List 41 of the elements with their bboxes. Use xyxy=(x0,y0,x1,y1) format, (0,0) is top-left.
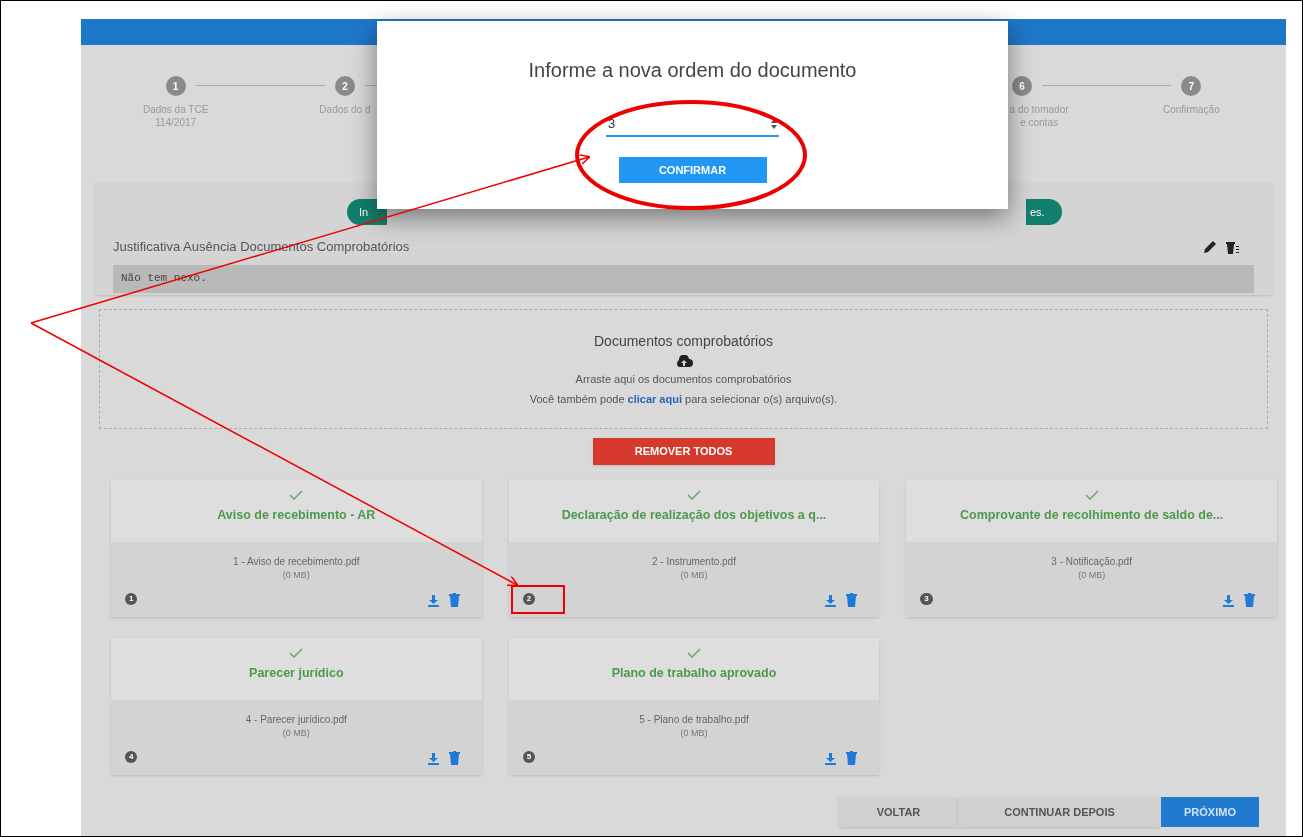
step-number[interactable]: 6 xyxy=(1012,76,1033,96)
document-title: Comprovante de recolhimento de saldo de... xyxy=(960,507,1224,524)
file-name: 2 - Instrumento.pdf xyxy=(652,555,736,569)
remove-all-button[interactable]: REMOVER TODOS xyxy=(592,438,775,465)
dropzone-title: Documentos comprobatórios xyxy=(594,332,773,351)
confirm-button[interactable]: CONFIRMAR xyxy=(618,157,767,183)
dialog-title: Informe a nova ordem do documento xyxy=(528,58,857,83)
footer-button[interactable]: VOLTAR xyxy=(839,797,958,827)
step-number[interactable]: 7 xyxy=(1181,76,1202,96)
step-label: Confirmação xyxy=(1163,103,1220,116)
document-title: Declaração de realização dos objetivos a q... xyxy=(561,507,827,524)
dropzone[interactable]: Documentos comprobatórios Arraste aqui os documentos comprobatórios Você também pode clicar aqui para selecionar o(s) arquivo(s). xyxy=(99,309,1268,429)
order-badge[interactable]: 1 xyxy=(125,593,138,605)
file-size: (0 MB) xyxy=(680,727,708,740)
file-size: (0 MB) xyxy=(680,569,708,582)
file-name: 5 - Plano de trabalho.pdf xyxy=(639,713,749,727)
file-name: 1 - Aviso de recebimento.pdf xyxy=(233,555,360,569)
dropzone-hint: Arraste aqui os documentos comprobatórios xyxy=(575,372,792,387)
select-files-link[interactable]: clicar aqui xyxy=(627,392,682,405)
dropzone-instruction: Você também pode clicar aqui para selecionar o(s) arquivo(s). xyxy=(529,391,838,407)
next-button[interactable]: PRÓXIMO xyxy=(1161,797,1259,827)
order-badge[interactable]: 4 xyxy=(125,751,138,763)
step-label: Dados da TCE xyxy=(142,103,209,116)
file-size: (0 MB) xyxy=(1078,569,1106,582)
document-title: Plano de trabalho aprovado xyxy=(611,665,777,682)
file-name: 3 - Notificação.pdf xyxy=(1051,555,1132,569)
order-input-value: 3 xyxy=(608,115,616,134)
order-badge[interactable]: 5 xyxy=(522,751,536,763)
order-badge[interactable]: 3 xyxy=(920,593,933,605)
footer-button[interactable]: CONTINUAR DEPOIS xyxy=(958,797,1161,827)
order-badge[interactable]: 2 xyxy=(522,593,536,605)
file-name: 4 - Parecer jurídico.pdf xyxy=(245,713,347,727)
document-title: Parecer jurídico xyxy=(249,665,344,682)
order-input[interactable]: 3 xyxy=(606,113,779,137)
step-number[interactable]: 1 xyxy=(165,76,186,96)
step-label: 114/2017 xyxy=(155,116,197,129)
step-number[interactable]: 2 xyxy=(334,76,355,96)
file-size: (0 MB) xyxy=(282,569,310,582)
file-size: (0 MB) xyxy=(282,727,310,740)
notice-pill: es. xyxy=(1026,199,1062,225)
document-title: Aviso de recebimento - AR xyxy=(217,507,376,524)
